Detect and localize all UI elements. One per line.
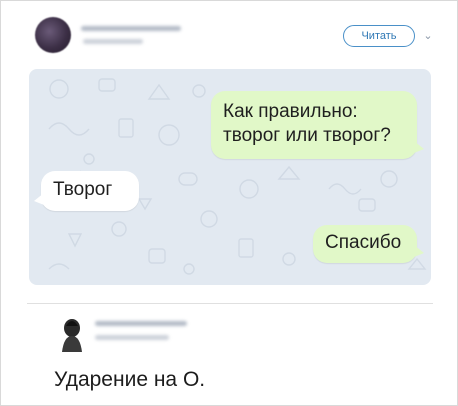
message-bubble-outgoing: Спасибо	[313, 225, 424, 263]
reply-author-handle-redacted	[95, 335, 169, 340]
message-text: Творог	[53, 179, 113, 200]
message-bubble-incoming: Творог	[34, 171, 139, 211]
author-handle-redacted	[83, 39, 143, 44]
reply-avatar[interactable]	[57, 316, 87, 352]
tweet-card: Читать ⌄ Как правильно: творог или творо…	[0, 0, 458, 406]
follow-button[interactable]: Читать	[343, 25, 415, 47]
message-text: Спасибо	[325, 232, 402, 253]
chevron-down-icon[interactable]: ⌄	[421, 29, 435, 43]
author-name-redacted[interactable]	[81, 26, 181, 31]
bubble-tail	[414, 141, 424, 153]
divider	[27, 303, 433, 304]
message-text-line: Как правильно:	[223, 101, 358, 122]
chat-screenshot: Как правильно: творог или творог? Творог…	[29, 69, 431, 285]
reply-author-name-redacted[interactable]	[95, 321, 187, 326]
bubble-tail	[414, 245, 424, 257]
bubble-tail	[34, 193, 44, 205]
author-avatar[interactable]	[35, 17, 71, 53]
message-text-line: творог или творог?	[223, 125, 391, 146]
reply-text: Ударение на О.	[54, 368, 206, 391]
message-bubble-outgoing: Как правильно: творог или творог?	[211, 91, 424, 159]
